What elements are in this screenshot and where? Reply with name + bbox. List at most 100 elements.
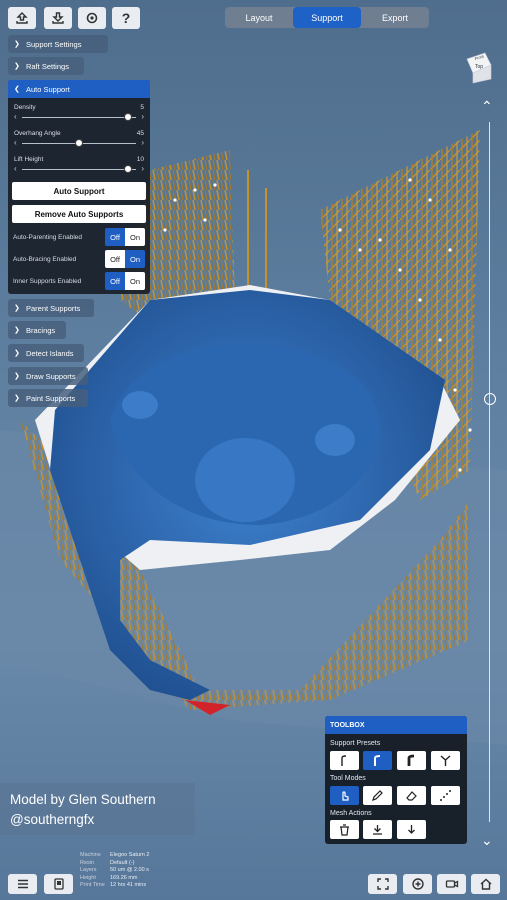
- tab-export[interactable]: Export: [361, 7, 429, 28]
- section-support-settings[interactable]: ❯ Support Settings: [8, 35, 108, 53]
- settings-button[interactable]: [78, 7, 106, 29]
- section-paint-supports[interactable]: ❯ Paint Supports: [8, 389, 88, 407]
- tab-layout[interactable]: Layout: [225, 7, 293, 28]
- pencil-icon: [372, 790, 383, 801]
- drop-to-plate-icon: [373, 825, 382, 835]
- drop-to-plate-button[interactable]: [363, 820, 392, 839]
- preset-heavy-button[interactable]: [397, 751, 426, 770]
- toggle-off[interactable]: Off: [105, 250, 125, 268]
- help-button[interactable]: ?: [112, 7, 140, 29]
- layer-slider-knob[interactable]: [484, 393, 496, 405]
- chevron-right-icon: ❯: [14, 327, 20, 334]
- decrease-icon[interactable]: ‹: [14, 112, 17, 121]
- auto-parenting-label: Auto-Parenting Enabled: [13, 234, 83, 241]
- chevron-down-icon[interactable]: ⌄: [481, 832, 493, 849]
- toggle-on[interactable]: On: [125, 228, 145, 246]
- density-slider[interactable]: Density 5 ‹ ›: [14, 104, 144, 124]
- camera-button[interactable]: [437, 874, 466, 894]
- inner-supports-toggle[interactable]: Off On: [105, 272, 145, 290]
- eraser-icon: [406, 791, 417, 801]
- toggle-off[interactable]: Off: [105, 228, 125, 246]
- add-circle-icon: [411, 878, 424, 890]
- mode-tabs: Layout Support Export: [225, 7, 429, 28]
- fullscreen-icon: [376, 878, 389, 890]
- tool-modes-label: Tool Modes: [330, 775, 366, 782]
- slider-knob[interactable]: [124, 113, 133, 121]
- toggle-off[interactable]: Off: [105, 272, 125, 290]
- decrease-icon[interactable]: ‹: [14, 164, 17, 173]
- auto-bracing-label: Auto-Bracing Enabled: [13, 256, 77, 263]
- home-view-button[interactable]: [471, 874, 500, 894]
- hamburger-menu-icon: [17, 879, 28, 889]
- download-button[interactable]: [44, 7, 72, 29]
- chevron-right-icon: ❯: [14, 63, 20, 70]
- credit-author: Model by Glen Southern: [10, 792, 156, 807]
- toolbox-panel: TOOLBOX Support Presets Tool Modes Mesh …: [325, 716, 467, 844]
- section-label: Detect Islands: [26, 348, 74, 358]
- preset-medium-button[interactable]: [363, 751, 392, 770]
- auto-bracing-toggle[interactable]: Off On: [105, 250, 145, 268]
- section-draw-supports[interactable]: ❯ Draw Supports: [8, 367, 88, 385]
- increase-icon[interactable]: ›: [141, 138, 144, 147]
- auto-parenting-row: Auto-Parenting Enabled Off On: [13, 228, 145, 246]
- view-cube[interactable]: Front Top: [465, 51, 493, 85]
- auto-bracing-row: Auto-Bracing Enabled Off On: [13, 250, 145, 268]
- stat-row: Height 169.26 mm: [80, 874, 138, 881]
- stat-row: Machine Elegoo Saturn 2: [80, 852, 150, 858]
- section-label: Raft Settings: [26, 61, 69, 71]
- chevron-right-icon: ❯: [14, 373, 20, 380]
- draw-tool-button[interactable]: [363, 786, 392, 805]
- auto-support-button[interactable]: Auto Support: [12, 182, 146, 200]
- help-icon: ?: [121, 10, 131, 26]
- toggle-on[interactable]: On: [125, 250, 145, 268]
- inner-supports-row: Inner Supports Enabled Off On: [13, 272, 145, 290]
- preset-light-button[interactable]: [330, 751, 359, 770]
- add-model-button[interactable]: [403, 874, 432, 894]
- line-tool-button[interactable]: [431, 786, 460, 805]
- support-heavy-icon: [407, 754, 415, 766]
- stat-row: Print Time 12 hrs 41 mins: [80, 882, 147, 888]
- move-down-button[interactable]: [397, 820, 426, 839]
- remove-auto-supports-button[interactable]: Remove Auto Supports: [12, 205, 146, 223]
- tab-support[interactable]: Support: [293, 7, 361, 28]
- preset-branch-button[interactable]: [431, 751, 460, 770]
- slider-knob[interactable]: [124, 165, 133, 173]
- increase-icon[interactable]: ›: [141, 164, 144, 173]
- auto-parenting-toggle[interactable]: Off On: [105, 228, 145, 246]
- delete-mesh-button[interactable]: [330, 820, 359, 839]
- credit-overlay: Model by Glen Southern @southerngfx: [0, 783, 195, 835]
- printer-button[interactable]: [44, 874, 73, 894]
- density-label: Density: [14, 104, 36, 111]
- support-presets-label: Support Presets: [330, 740, 381, 747]
- slider-track: [22, 117, 136, 118]
- density-value: 5: [140, 104, 144, 111]
- print-stats: Machine Elegoo Saturn 2 Resin Default (-) …: [80, 852, 149, 890]
- increase-icon[interactable]: ›: [141, 112, 144, 121]
- fit-view-button[interactable]: [368, 874, 397, 894]
- upload-button[interactable]: [8, 7, 36, 29]
- section-auto-support[interactable]: ❮ Auto Support: [8, 80, 150, 98]
- section-label: Bracings: [26, 325, 56, 335]
- lift-height-label: Lift Height: [14, 156, 44, 163]
- dotted-line-icon: [440, 790, 451, 801]
- menu-button[interactable]: [8, 874, 37, 894]
- select-tool-button[interactable]: [330, 786, 359, 805]
- chevron-up-icon[interactable]: ⌃: [481, 98, 493, 115]
- download-icon: [52, 12, 64, 24]
- toggle-on[interactable]: On: [125, 272, 145, 290]
- slider-knob[interactable]: [75, 139, 83, 147]
- overhang-angle-slider[interactable]: Overhang Angle 45 ‹ ›: [14, 130, 144, 150]
- lift-height-slider[interactable]: Lift Height 10 ‹ ›: [14, 156, 144, 176]
- toolbox-title: TOOLBOX: [325, 716, 467, 734]
- branch-support-icon: [440, 755, 451, 766]
- decrease-icon[interactable]: ‹: [14, 138, 17, 147]
- section-parent-supports[interactable]: ❯ Parent Supports: [8, 299, 94, 317]
- erase-tool-button[interactable]: [397, 786, 426, 805]
- layer-slider-track[interactable]: [489, 122, 490, 822]
- home-icon: [480, 878, 491, 890]
- chevron-right-icon: ❯: [14, 305, 20, 312]
- section-raft-settings[interactable]: ❯ Raft Settings: [8, 57, 84, 75]
- section-detect-islands[interactable]: ❯ Detect Islands: [8, 344, 84, 362]
- section-label: Paint Supports: [26, 393, 76, 403]
- section-bracings[interactable]: ❯ Bracings: [8, 321, 66, 339]
